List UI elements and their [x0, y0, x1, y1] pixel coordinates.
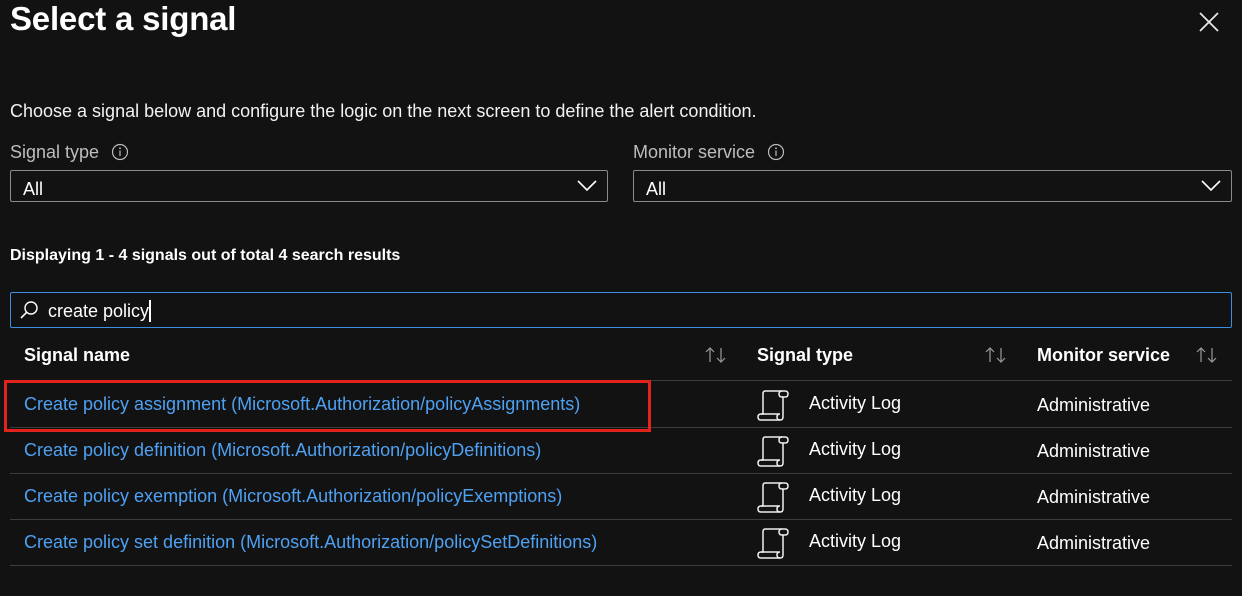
description: Choose a signal below and configure the … — [10, 101, 757, 121]
monitor-service-cell: Administrative — [1037, 395, 1151, 415]
signal-type-label-group: Signal type — [10, 141, 129, 163]
info-icon[interactable] — [767, 143, 785, 161]
signal-name-link[interactable]: Create policy definition (Microsoft.Auth… — [24, 439, 541, 461]
table-row[interactable]: Create policy exemption (Microsoft.Autho… — [10, 473, 1232, 519]
sort-icon[interactable] — [1195, 346, 1219, 364]
search-input[interactable]: create policy — [10, 292, 1232, 328]
scroll-icon — [757, 528, 789, 559]
column-header-monitor-service[interactable]: Monitor service — [1037, 344, 1170, 366]
signal-type-select[interactable]: All — [10, 170, 608, 202]
signal-type-cell: Activity Log — [809, 531, 902, 551]
signal-type-label: Signal type — [10, 142, 100, 162]
column-header-signal-type[interactable]: Signal type — [757, 344, 853, 366]
signal-type-cell: Activity Log — [809, 439, 902, 459]
monitor-service-label: Monitor service — [633, 142, 756, 162]
text-cursor — [149, 300, 151, 322]
signal-type-cell: Activity Log — [809, 485, 902, 505]
signal-name-link[interactable]: Create policy assignment (Microsoft.Auth… — [24, 393, 580, 415]
search-value: create policy — [48, 300, 151, 322]
table-row[interactable]: Create policy set definition (Microsoft.… — [10, 519, 1232, 565]
signal-type-value: All — [23, 179, 44, 199]
signal-type-cell: Activity Log — [809, 393, 902, 413]
info-icon[interactable] — [111, 143, 129, 161]
scroll-icon — [757, 390, 789, 421]
results-count: Displaying 1 - 4 signals out of total 4 … — [10, 247, 401, 264]
monitor-service-cell: Administrative — [1037, 441, 1151, 461]
close-icon[interactable] — [1196, 9, 1222, 35]
chevron-down-icon — [577, 180, 597, 192]
signal-name-link[interactable]: Create policy exemption (Microsoft.Autho… — [24, 485, 562, 507]
sort-icon[interactable] — [704, 346, 728, 364]
sort-icon[interactable] — [984, 346, 1008, 364]
monitor-service-select[interactable]: All — [633, 170, 1232, 202]
row-divider — [10, 565, 1232, 566]
search-icon — [20, 301, 38, 319]
table-row[interactable]: Create policy definition (Microsoft.Auth… — [10, 427, 1232, 473]
signal-name-link[interactable]: Create policy set definition (Microsoft.… — [24, 531, 597, 553]
scroll-icon — [757, 482, 789, 513]
scroll-icon — [757, 436, 789, 467]
monitor-service-value: All — [646, 179, 667, 199]
table-row[interactable]: Create policy assignment (Microsoft.Auth… — [10, 381, 1232, 427]
monitor-service-label-group: Monitor service — [633, 141, 785, 163]
panel-title: Select a signal — [10, 0, 237, 37]
monitor-service-cell: Administrative — [1037, 487, 1151, 507]
monitor-service-cell: Administrative — [1037, 533, 1151, 553]
chevron-down-icon — [1201, 180, 1221, 192]
column-header-signal-name[interactable]: Signal name — [24, 344, 130, 366]
